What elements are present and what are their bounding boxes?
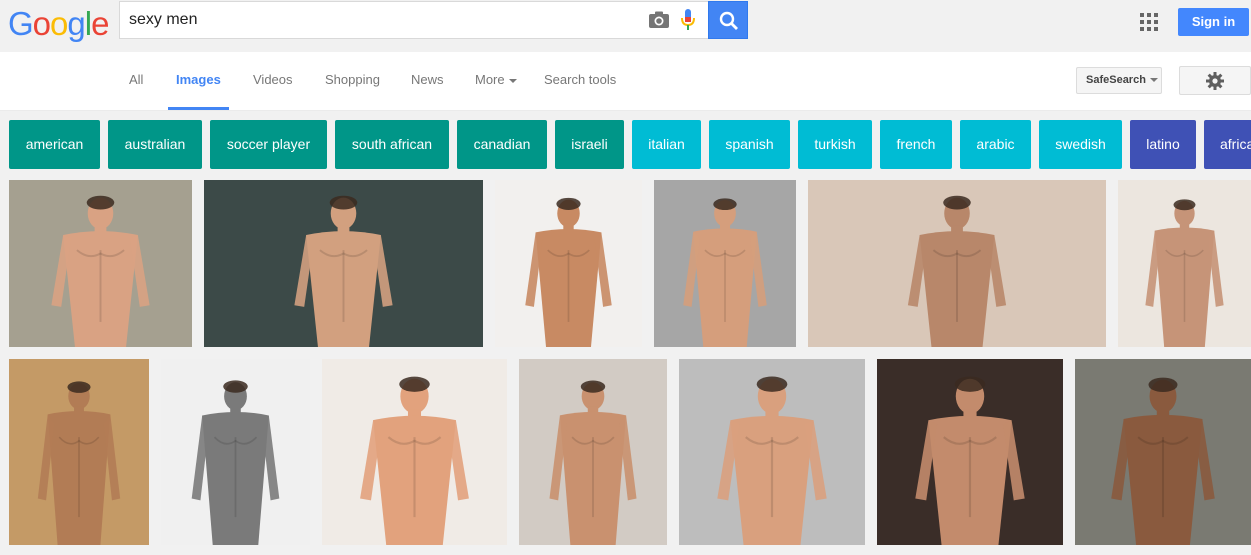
image-result[interactable] (679, 359, 865, 545)
photo-thumbnail (204, 180, 483, 347)
safesearch-dropdown[interactable]: SafeSearch (1076, 67, 1162, 94)
top-bar: Google sexy men Sign in (0, 0, 1251, 53)
active-tab-indicator (168, 107, 229, 110)
image-result[interactable] (1075, 359, 1251, 545)
photo-thumbnail (679, 359, 865, 545)
image-result[interactable] (519, 359, 667, 545)
chip-french[interactable]: french (880, 120, 952, 169)
camera-icon[interactable] (648, 11, 670, 29)
tab-more-label: More (475, 72, 505, 87)
chip-south-african[interactable]: south african (335, 120, 449, 169)
chip-swedish[interactable]: swedish (1039, 120, 1122, 169)
image-result[interactable] (654, 180, 796, 347)
image-result[interactable] (9, 180, 192, 347)
image-result[interactable] (1118, 180, 1251, 347)
sign-in-button[interactable]: Sign in (1178, 8, 1249, 36)
settings-button[interactable] (1179, 66, 1251, 95)
chip-arabic[interactable]: arabic (960, 120, 1031, 169)
search-tabs-bar: All Images Videos Shopping News More Sea… (0, 52, 1251, 111)
chip-spanish[interactable]: spanish (709, 120, 790, 169)
image-result[interactable] (808, 180, 1106, 347)
image-result[interactable] (161, 359, 310, 545)
chip-turkish[interactable]: turkish (798, 120, 872, 169)
photo-thumbnail (519, 359, 667, 545)
logo-letter: G (8, 5, 34, 42)
tab-news[interactable]: News (411, 72, 444, 87)
chip-african[interactable]: africa (1204, 120, 1251, 169)
photo-thumbnail (808, 180, 1106, 347)
chip-israeli[interactable]: israeli (555, 120, 624, 169)
photo-thumbnail (9, 359, 149, 545)
photo-thumbnail (495, 180, 642, 347)
chip-italian[interactable]: italian (632, 120, 701, 169)
tab-shopping[interactable]: Shopping (325, 72, 380, 87)
image-result[interactable] (495, 180, 642, 347)
related-searches-chips: american australian soccer player south … (0, 120, 1251, 169)
photo-thumbnail (161, 359, 310, 545)
tab-images[interactable]: Images (176, 72, 221, 87)
photo-thumbnail (322, 359, 507, 545)
search-input[interactable] (120, 2, 649, 38)
image-result[interactable] (9, 359, 149, 545)
safesearch-label: SafeSearch (1086, 74, 1146, 86)
image-result[interactable] (204, 180, 483, 347)
image-result[interactable] (877, 359, 1063, 545)
image-result[interactable] (322, 359, 507, 545)
logo-letter: e (91, 5, 109, 42)
photo-thumbnail (877, 359, 1063, 545)
logo-letter: o (50, 5, 68, 42)
photo-thumbnail (654, 180, 796, 347)
chip-american[interactable]: american (9, 120, 100, 169)
photo-thumbnail (1075, 359, 1251, 545)
chip-latino[interactable]: latino (1130, 120, 1196, 169)
search-box (119, 1, 708, 39)
tab-more[interactable]: More (475, 72, 517, 87)
search-button[interactable] (708, 1, 748, 39)
photo-thumbnail (9, 180, 192, 347)
google-logo[interactable]: Google (8, 5, 109, 42)
chevron-down-icon (508, 78, 517, 83)
logo-letter: o (32, 5, 51, 42)
tab-all[interactable]: All (129, 72, 143, 87)
chip-soccer-player[interactable]: soccer player (210, 120, 327, 169)
logo-letter: g (67, 5, 85, 42)
photo-thumbnail (1118, 180, 1251, 347)
microphone-icon[interactable] (681, 9, 695, 31)
apps-grid-icon[interactable] (1140, 13, 1158, 31)
tab-search-tools[interactable]: Search tools (544, 72, 616, 87)
chevron-down-icon (1149, 78, 1158, 83)
chip-canadian[interactable]: canadian (457, 120, 547, 169)
chip-australian[interactable]: australian (108, 120, 202, 169)
tab-videos[interactable]: Videos (253, 72, 293, 87)
